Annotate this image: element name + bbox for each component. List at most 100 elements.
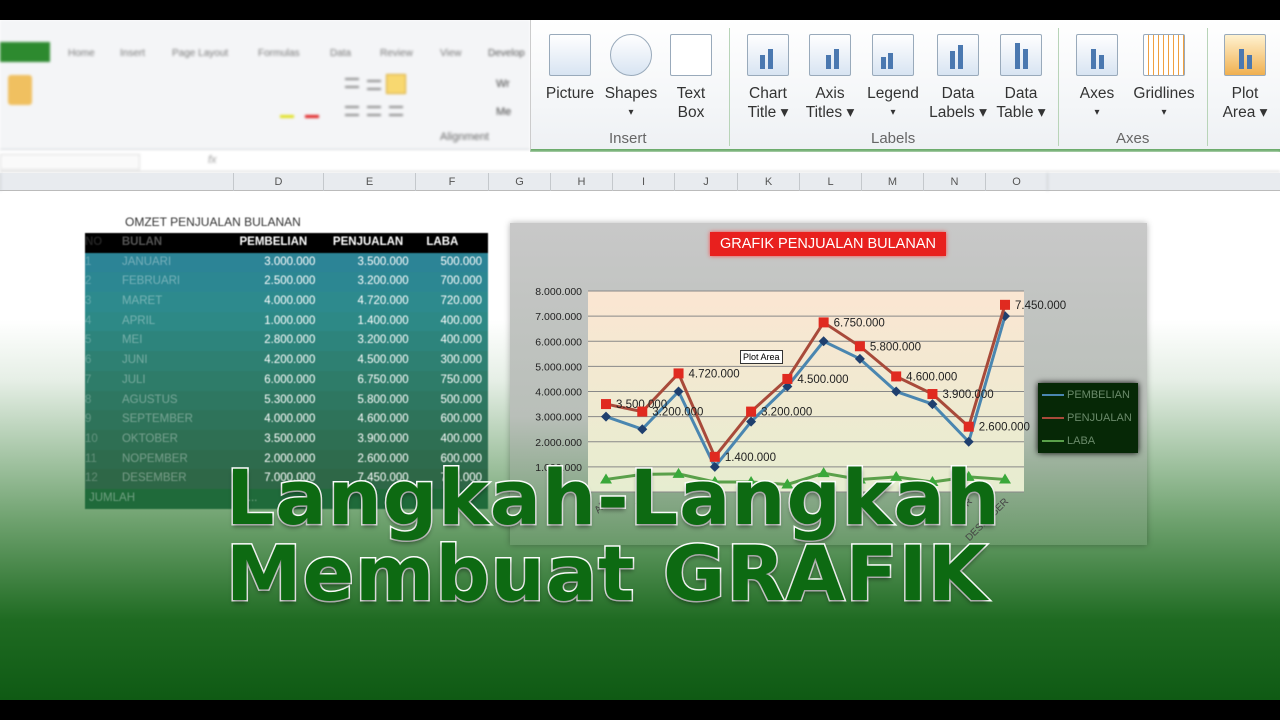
- cell-pembelian[interactable]: 4.000.000: [228, 292, 321, 312]
- column-header-e[interactable]: E: [323, 173, 415, 191]
- cell-laba[interactable]: 500.000: [415, 391, 488, 411]
- align-bottom-icon[interactable]: [386, 74, 406, 94]
- cell-penjualan[interactable]: 5.800.000: [321, 391, 414, 411]
- font-color-icon[interactable]: [305, 106, 319, 118]
- cell-pembelian[interactable]: 2.500.000: [228, 272, 321, 292]
- file-tab[interactable]: [0, 42, 50, 62]
- cell-no[interactable]: 1: [85, 253, 104, 273]
- data-table-button[interactable]: Data Table ▾: [991, 34, 1051, 122]
- cell-laba[interactable]: 720.000: [415, 292, 488, 312]
- data-point-penjualan[interactable]: [1000, 299, 1010, 310]
- cell-laba[interactable]: 500.000: [415, 253, 488, 273]
- cell-penjualan[interactable]: 4.600.000: [321, 410, 414, 430]
- cell-penjualan[interactable]: 3.500.000: [321, 253, 414, 273]
- cell-laba[interactable]: 400.000: [415, 312, 488, 332]
- cell-laba[interactable]: 750.000: [415, 371, 488, 391]
- cell-no[interactable]: 4: [85, 312, 104, 332]
- cell-pembelian[interactable]: 5.300.000: [228, 391, 321, 411]
- column-header-h[interactable]: H: [550, 173, 612, 191]
- text-box-button[interactable]: Text Box: [667, 34, 715, 122]
- shapes-button[interactable]: Shapes ▾: [603, 34, 659, 122]
- cell-bulan[interactable]: MEI: [104, 331, 228, 351]
- column-header-d[interactable]: D: [233, 173, 323, 191]
- column-header-more[interactable]: [1047, 173, 1280, 191]
- legend-item-laba[interactable]: LABA: [1042, 435, 1095, 447]
- column-header-f[interactable]: F: [415, 173, 488, 191]
- column-header-j[interactable]: J: [674, 173, 737, 191]
- cell-penjualan[interactable]: 4.500.000: [321, 351, 414, 371]
- tab-data[interactable]: Data: [330, 48, 351, 59]
- cell-bulan[interactable]: APRIL: [104, 312, 228, 332]
- column-header-l[interactable]: L: [799, 173, 861, 191]
- cell-laba[interactable]: 400.000: [415, 430, 488, 450]
- tab-home[interactable]: Home: [68, 48, 95, 59]
- chart-title-button[interactable]: Chart Title ▾: [741, 34, 795, 122]
- align-middle-icon[interactable]: [367, 80, 381, 90]
- column-header-o[interactable]: O: [985, 173, 1047, 191]
- cell-pembelian[interactable]: 2.800.000: [228, 331, 321, 351]
- tab-page-layout[interactable]: Page Layout: [172, 48, 228, 59]
- cell-bulan[interactable]: NOPEMBER: [104, 450, 228, 470]
- picture-button[interactable]: Picture: [543, 34, 597, 103]
- cell-penjualan[interactable]: 4.720.000: [321, 292, 414, 312]
- cell-no[interactable]: 5: [85, 331, 104, 351]
- align-left-icon[interactable]: [345, 106, 359, 116]
- cell-bulan[interactable]: JUNI: [104, 351, 228, 371]
- gridlines-button[interactable]: Gridlines ▾: [1129, 34, 1199, 122]
- cell-laba[interactable]: 300.000: [415, 351, 488, 371]
- axis-titles-button[interactable]: Axis Titles ▾: [803, 34, 857, 122]
- cell-no[interactable]: 2: [85, 272, 104, 292]
- align-center-icon[interactable]: [367, 106, 381, 116]
- legend-button[interactable]: Legend ▾: [863, 34, 923, 122]
- cell-no[interactable]: 6: [85, 351, 104, 371]
- cell-pembelian[interactable]: 3.500.000: [228, 430, 321, 450]
- cell-no[interactable]: 11: [85, 450, 104, 470]
- cell-no[interactable]: 10: [85, 430, 104, 450]
- cell-penjualan[interactable]: 3.200.000: [321, 331, 414, 351]
- cell-laba[interactable]: 400.000: [415, 331, 488, 351]
- cell-no[interactable]: 7: [85, 371, 104, 391]
- cell-bulan[interactable]: JANUARI: [104, 253, 228, 273]
- tab-developer[interactable]: Develop: [488, 48, 525, 59]
- legend-item-pembelian[interactable]: PEMBELIAN: [1042, 389, 1130, 401]
- tab-formulas[interactable]: Formulas: [258, 48, 300, 59]
- column-header-abc[interactable]: [0, 173, 233, 191]
- cell-bulan[interactable]: FEBRUARI: [104, 272, 228, 292]
- chart-title[interactable]: GRAFIK PENJUALAN BULANAN: [710, 232, 946, 256]
- cell-bulan[interactable]: SEPTEMBER: [104, 410, 228, 430]
- wrap-text-button[interactable]: Wr: [496, 78, 510, 90]
- fx-icon[interactable]: fx: [208, 154, 217, 166]
- cell-pembelian[interactable]: 4.000.000: [228, 410, 321, 430]
- cell-pembelian[interactable]: 6.000.000: [228, 371, 321, 391]
- cell-bulan[interactable]: OKTOBER: [104, 430, 228, 450]
- paste-icon[interactable]: [8, 75, 32, 105]
- data-point-penjualan[interactable]: [746, 406, 757, 417]
- cell-penjualan[interactable]: 3.900.000: [321, 430, 414, 450]
- data-point-penjualan[interactable]: [927, 389, 938, 400]
- cell-penjualan[interactable]: 3.200.000: [321, 272, 414, 292]
- data-point-penjualan[interactable]: [891, 371, 902, 382]
- data-point-penjualan[interactable]: [818, 317, 829, 328]
- align-right-icon[interactable]: [389, 106, 403, 116]
- plot-area-button[interactable]: Plot Area ▾: [1219, 34, 1271, 122]
- legend-item-penjualan[interactable]: PENJUALAN: [1042, 412, 1132, 424]
- cell-pembelian[interactable]: 3.000.000: [228, 253, 321, 273]
- cell-no[interactable]: 8: [85, 391, 104, 411]
- merge-button[interactable]: Me: [496, 106, 511, 118]
- column-header-n[interactable]: N: [923, 173, 985, 191]
- column-header-k[interactable]: K: [737, 173, 799, 191]
- cell-bulan[interactable]: JULI: [104, 371, 228, 391]
- tab-view[interactable]: View: [440, 48, 462, 59]
- column-header-i[interactable]: I: [612, 173, 674, 191]
- column-header-m[interactable]: M: [861, 173, 923, 191]
- data-point-penjualan[interactable]: [963, 421, 974, 432]
- cell-bulan[interactable]: DESEMBER: [104, 469, 228, 489]
- legend[interactable]: PEMBELIAN PENJUALAN LABA: [1038, 383, 1138, 453]
- cell-penjualan[interactable]: 6.750.000: [321, 371, 414, 391]
- cell-pembelian[interactable]: 4.200.000: [228, 351, 321, 371]
- formula-bar[interactable]: fx: [0, 152, 1280, 172]
- axes-button[interactable]: Axes ▾: [1071, 34, 1123, 122]
- cell-no[interactable]: 3: [85, 292, 104, 312]
- cell-pembelian[interactable]: 1.000.000: [228, 312, 321, 332]
- data-labels-button[interactable]: Data Labels ▾: [929, 34, 987, 122]
